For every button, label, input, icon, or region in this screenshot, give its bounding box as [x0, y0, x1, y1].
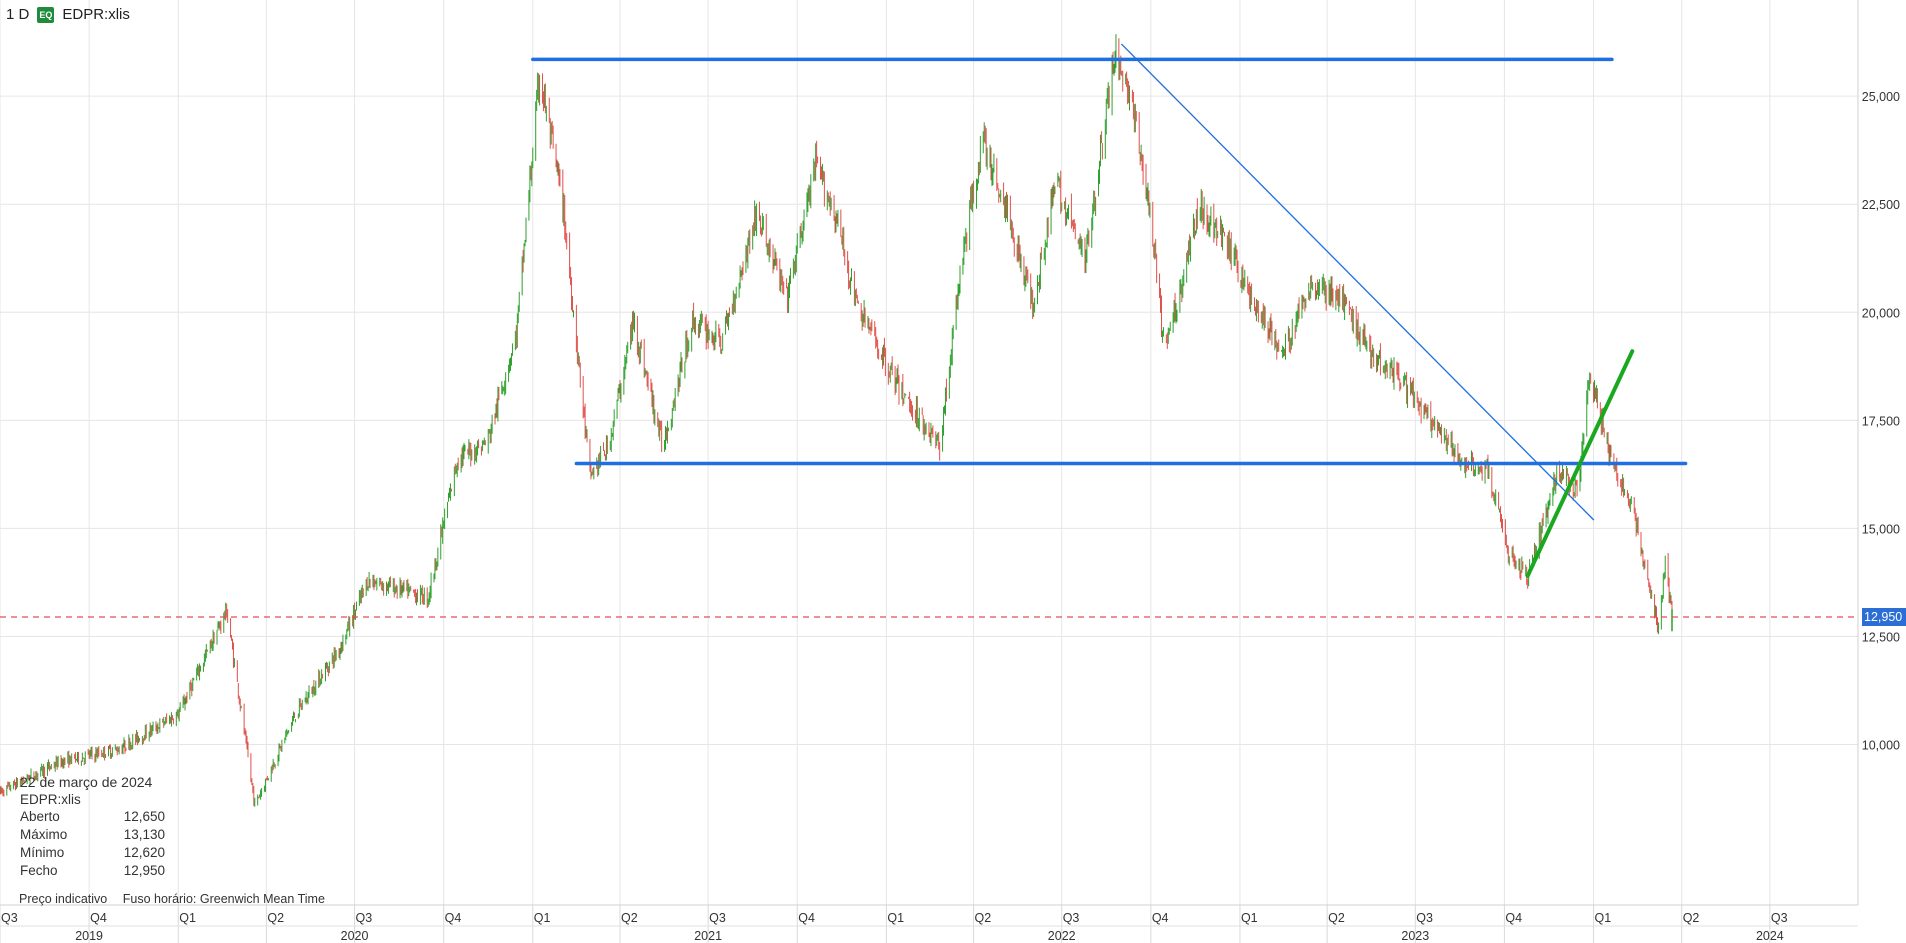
info-symbol: EDPR:xlis — [20, 792, 81, 807]
info-row-open: Aberto 12,650 — [20, 808, 165, 826]
x-quarter-label: Q3 — [1063, 911, 1080, 925]
y-tick-label: 15,000 — [1862, 522, 1900, 536]
info-row-low: Mínimo 12,620 — [20, 844, 165, 862]
x-year-label: 2019 — [75, 929, 103, 943]
y-axis: 25,000 22,500 20,000 17,500 15,000 12,500 10,0… — [1857, 0, 1900, 905]
x-quarter-label: Q3 — [1771, 911, 1788, 925]
info-label: Aberto — [20, 809, 60, 824]
y-tick-label: 10,000 — [1862, 738, 1900, 752]
symbol-label[interactable]: EDPR:xlis — [62, 6, 130, 23]
x-axis: Q3 Q4 Q1 Q2 Q3 Q4 Q1 Q2 Q3 Q4 Q1 Q2 Q3 Q4 Q1 Q2 Q3 Q4 Q1 Q2… — [0, 904, 1858, 943]
x-quarter-label: Q1 — [1595, 911, 1612, 925]
x-quarter-label: Q3 — [709, 911, 726, 925]
x-year-label: 2023 — [1401, 929, 1429, 943]
info-row-high: Máximo 13,130 — [20, 826, 165, 844]
x-year-label: 2022 — [1048, 929, 1076, 943]
info-label: Máximo — [20, 827, 68, 842]
x-quarter-label: Q3 — [1416, 911, 1433, 925]
x-quarter-label: Q2 — [1683, 911, 1700, 925]
y-tick-label: 20,000 — [1862, 306, 1900, 320]
x-quarter-label: Q2 — [621, 911, 638, 925]
x-quarter-label: Q1 — [179, 911, 196, 925]
x-year-label: 2024 — [1756, 929, 1784, 943]
info-date: 22 de março de 2024 — [20, 774, 153, 790]
interval-label[interactable]: 1 D — [6, 6, 29, 23]
x-year-label: 2021 — [694, 929, 722, 943]
x-quarter-label: Q2 — [267, 911, 284, 925]
y-tick-label: 22,500 — [1862, 198, 1900, 212]
chart-footer: Preço indicativo Fuso horário: Greenwich… — [19, 892, 337, 906]
price-chart[interactable]: 25,000 22,500 20,000 17,500 15,000 12,500 10,0… — [0, 0, 1906, 943]
y-tick-label: 12,500 — [1862, 630, 1900, 644]
chart-header: 1 D EQ EDPR:xlis — [6, 6, 130, 23]
info-value: 12,650 — [123, 809, 165, 824]
indicative-price-note: Preço indicativo — [19, 892, 108, 906]
info-row-close: Fecho 12,950 — [20, 862, 165, 880]
info-value: 13,130 — [123, 827, 165, 842]
equity-badge-icon: EQ — [37, 6, 55, 23]
x-quarter-label: Q4 — [445, 911, 462, 925]
x-quarter-label: Q4 — [90, 911, 107, 925]
x-quarter-label: Q4 — [1152, 911, 1169, 925]
x-quarter-label: Q2 — [1328, 911, 1345, 925]
x-quarter-label: Q1 — [1241, 911, 1258, 925]
x-quarter-label: Q2 — [975, 911, 992, 925]
info-label: Fecho — [20, 863, 58, 878]
last-price-tag: 12,950 — [1862, 607, 1906, 626]
x-quarter-label: Q3 — [1, 911, 18, 925]
ohlc-info-box: 22 de março de 2024 EDPR:xlis Aberto 12,… — [20, 774, 165, 880]
x-quarter-label: Q1 — [887, 911, 904, 925]
drawn-trend-lines — [531, 43, 1688, 578]
y-tick-label: 25,000 — [1862, 90, 1900, 104]
x-quarter-label: Q3 — [356, 911, 373, 925]
chart-grid — [0, 0, 1858, 905]
info-value: 12,950 — [123, 863, 165, 878]
info-label: Mínimo — [20, 845, 65, 860]
x-quarter-label: Q4 — [798, 911, 815, 925]
info-value: 12,620 — [123, 845, 165, 860]
x-quarter-label: Q1 — [534, 911, 551, 925]
trend-line — [1121, 43, 1595, 521]
y-tick-label: 17,500 — [1862, 414, 1900, 428]
x-year-label: 2020 — [341, 929, 369, 943]
timezone-note: Fuso horário: Greenwich Mean Time — [122, 892, 325, 906]
x-quarter-label: Q4 — [1505, 911, 1522, 925]
